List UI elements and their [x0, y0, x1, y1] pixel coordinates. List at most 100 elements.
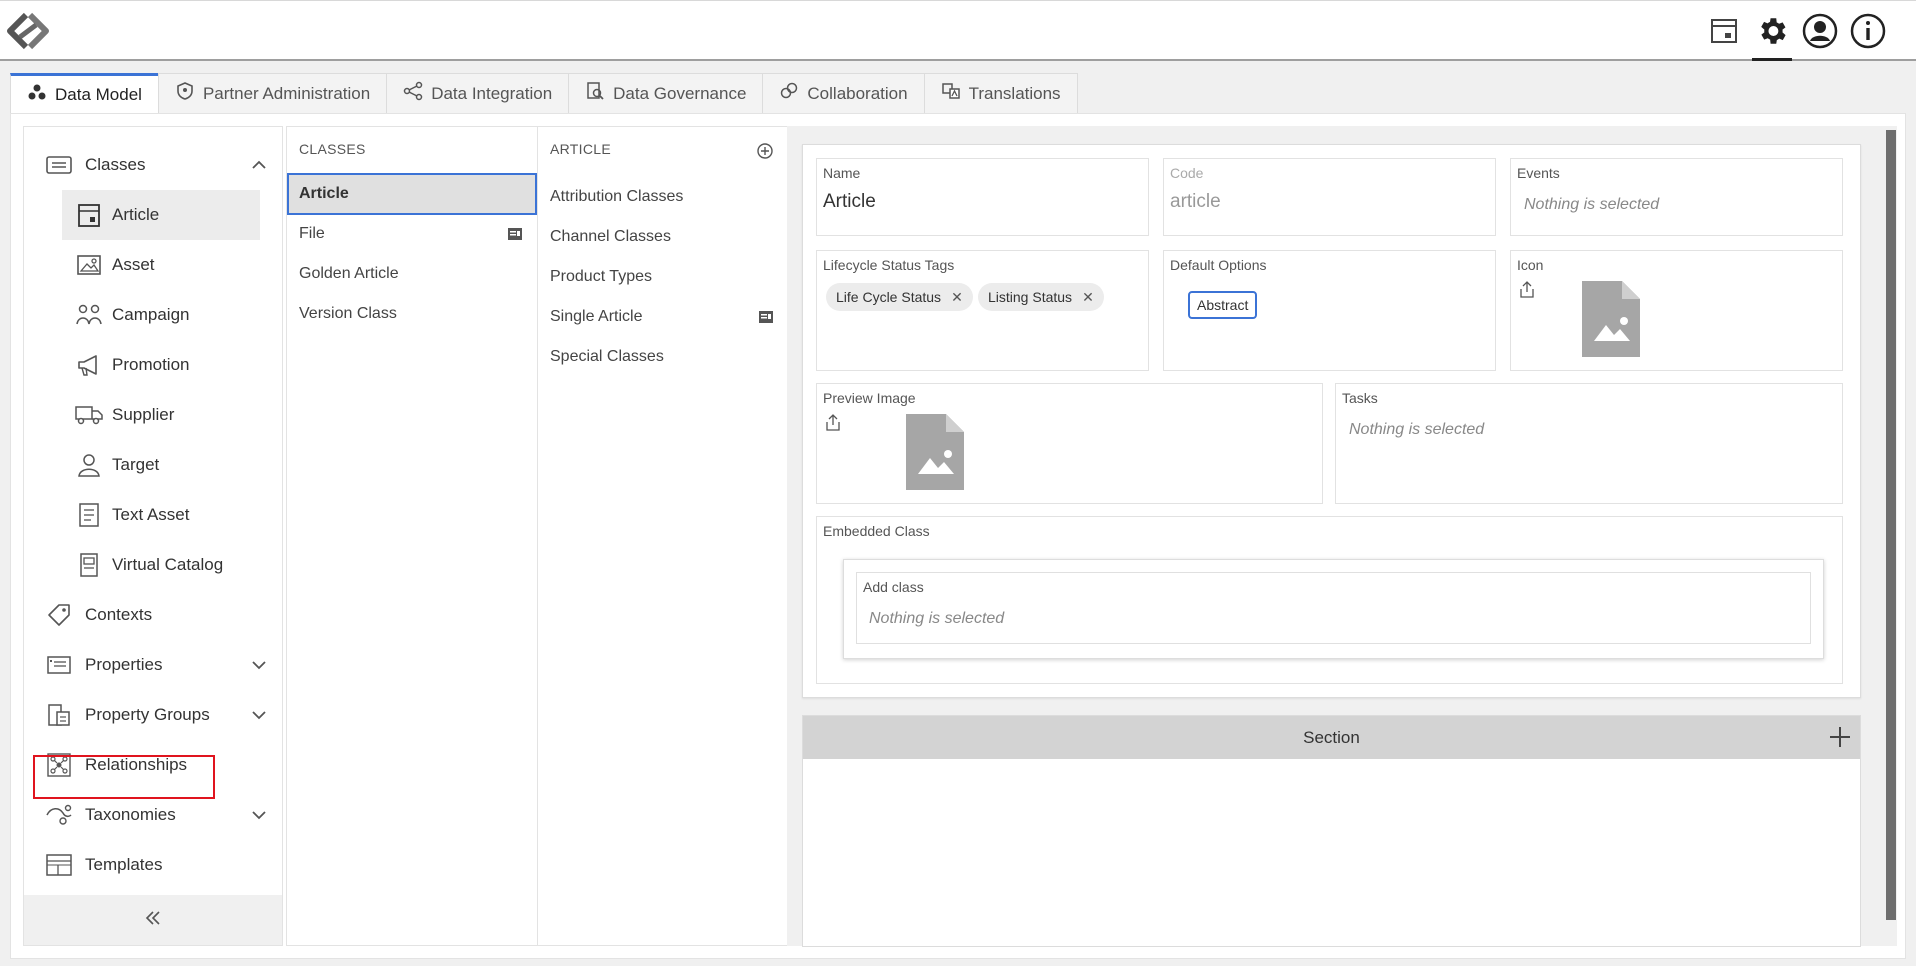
add-class-field[interactable]: Add class Nothing is selected — [856, 572, 1811, 644]
classes-column-header: CLASSES — [299, 141, 366, 157]
tasks-label: Tasks — [1342, 390, 1378, 406]
sidebar-item-virtual-catalog[interactable]: Virtual Catalog — [24, 540, 282, 590]
sidebar-item-contexts[interactable]: Contexts — [24, 590, 282, 640]
sidebar-collapse-button[interactable] — [24, 895, 282, 945]
article-item-channel-classes[interactable]: Channel Classes — [538, 216, 788, 258]
class-item-version-class[interactable]: Version Class — [287, 293, 537, 335]
embedded-class-label: Embedded Class — [823, 523, 930, 539]
chevron-down-icon[interactable] — [250, 806, 268, 824]
sidebar-item-text-asset[interactable]: Text Asset — [24, 490, 282, 540]
name-value[interactable]: Article — [823, 191, 876, 213]
sidebar: Classes Article Asset Campaign Promotion… — [23, 126, 283, 946]
tab-partner-administration[interactable]: Partner Administration — [157, 73, 388, 113]
list-item-label: File — [299, 225, 325, 242]
default-options-field: Default Options Abstract — [1163, 250, 1496, 371]
tag-chip-label: Listing Status — [988, 289, 1073, 305]
tab-data-model[interactable]: Data Model — [10, 73, 159, 113]
add-circle-icon[interactable] — [756, 142, 774, 160]
sidebar-item-property-groups[interactable]: Property Groups — [24, 690, 282, 740]
sidebar-item-label: Text Asset — [112, 505, 190, 524]
sidebar-item-asset[interactable]: Asset — [24, 240, 282, 290]
form-icon — [507, 226, 523, 242]
scrollbar-thumb[interactable] — [1886, 130, 1896, 920]
article-item-special-classes[interactable]: Special Classes — [538, 336, 788, 378]
article-column-header: ARTICLE — [550, 141, 611, 157]
tasks-field[interactable]: Tasks Nothing is selected — [1335, 383, 1843, 504]
class-item-golden-article[interactable]: Golden Article — [287, 253, 537, 295]
name-field[interactable]: Name Article — [816, 158, 1149, 236]
scrollbar[interactable] — [1885, 128, 1897, 946]
tab-collaboration[interactable]: Collaboration — [762, 73, 925, 113]
sidebar-item-article[interactable]: Article — [62, 190, 260, 240]
section-panel: Section — [802, 715, 1861, 947]
list-item-label: Version Class — [299, 305, 397, 322]
main-panel: Classes Article Asset Campaign Promotion… — [10, 113, 1906, 959]
class-properties-card: Name Article Code article Events Nothing… — [802, 144, 1861, 698]
lifecycle-status-tags-field[interactable]: Lifecycle Status Tags Life Cycle Status … — [816, 250, 1149, 371]
calendar-icon[interactable] — [1704, 11, 1744, 51]
sidebar-item-label: Virtual Catalog — [112, 555, 224, 574]
templates-icon — [44, 850, 74, 880]
embedded-class-field: Embedded Class Add class Nothing is sele… — [816, 516, 1843, 684]
sidebar-item-label: Promotion — [112, 355, 190, 374]
events-field[interactable]: Events Nothing is selected — [1510, 158, 1843, 236]
text-asset-icon — [74, 500, 104, 530]
logo-icon[interactable] — [4, 11, 52, 51]
article-item-single-article[interactable]: Single Article — [538, 296, 788, 338]
article-item-product-types[interactable]: Product Types — [538, 256, 788, 298]
code-label: Code — [1170, 165, 1204, 181]
upload-icon[interactable] — [1519, 281, 1535, 299]
add-class-placeholder: Nothing is selected — [869, 610, 1005, 627]
article-icon — [74, 200, 104, 230]
sidebar-item-campaign[interactable]: Campaign — [24, 290, 282, 340]
article-item-attribution-classes[interactable]: Attribution Classes — [538, 176, 788, 218]
user-icon[interactable] — [1800, 11, 1840, 51]
close-icon[interactable]: ✕ — [1082, 289, 1094, 306]
class-item-article[interactable]: Article — [287, 173, 537, 215]
close-icon[interactable]: ✕ — [951, 289, 963, 306]
sidebar-item-target[interactable]: Target — [24, 440, 282, 490]
campaign-icon — [74, 300, 104, 330]
classes-column: CLASSES Article File Golden Article Vers… — [286, 126, 538, 946]
chevron-down-icon[interactable] — [250, 656, 268, 674]
name-label: Name — [823, 165, 861, 181]
tab-data-integration[interactable]: Data Integration — [386, 73, 570, 113]
chevron-down-icon[interactable] — [250, 706, 268, 724]
tab-translations[interactable]: Translations — [923, 73, 1078, 113]
tag-chip[interactable]: Listing Status ✕ — [978, 283, 1104, 311]
tag-chip-label: Life Cycle Status — [836, 289, 942, 305]
gear-icon[interactable] — [1752, 11, 1792, 61]
list-item-label: Article — [299, 185, 349, 202]
abstract-option-button[interactable]: Abstract — [1188, 291, 1258, 319]
taxonomies-icon — [44, 800, 74, 830]
tab-data-governance[interactable]: Data Governance — [568, 73, 764, 113]
sidebar-item-classes[interactable]: Classes — [24, 140, 282, 190]
tab-label: Data Governance — [613, 83, 747, 103]
class-item-file[interactable]: File — [287, 213, 537, 255]
sidebar-item-supplier[interactable]: Supplier — [24, 390, 282, 440]
chevron-up-icon[interactable] — [250, 156, 268, 174]
sidebar-item-properties[interactable]: Properties — [24, 640, 282, 690]
upload-icon[interactable] — [825, 414, 841, 432]
list-item-label: Channel Classes — [550, 228, 671, 245]
tag-icon — [44, 600, 74, 630]
events-label: Events — [1517, 165, 1560, 181]
truck-icon — [74, 400, 104, 430]
sidebar-item-templates[interactable]: Templates — [24, 840, 282, 890]
info-icon[interactable] — [1848, 11, 1888, 51]
events-placeholder: Nothing is selected — [1524, 196, 1660, 213]
list-item-label: Single Article — [550, 308, 643, 325]
asset-icon — [74, 250, 104, 280]
sidebar-item-label: Contexts — [85, 605, 153, 624]
sidebar-item-promotion[interactable]: Promotion — [24, 340, 282, 390]
classes-icon — [44, 150, 74, 180]
tag-chip[interactable]: Life Cycle Status ✕ — [826, 283, 973, 311]
properties-icon — [44, 650, 74, 680]
sidebar-item-label: Property Groups — [85, 705, 210, 724]
main-tabs: Data Model Partner Administration Data I… — [10, 73, 1078, 113]
target-person-icon — [74, 450, 104, 480]
image-placeholder-icon — [906, 414, 964, 490]
property-groups-icon — [44, 700, 74, 730]
sidebar-item-taxonomies[interactable]: Taxonomies — [24, 790, 282, 840]
plus-icon[interactable] — [1828, 725, 1852, 749]
